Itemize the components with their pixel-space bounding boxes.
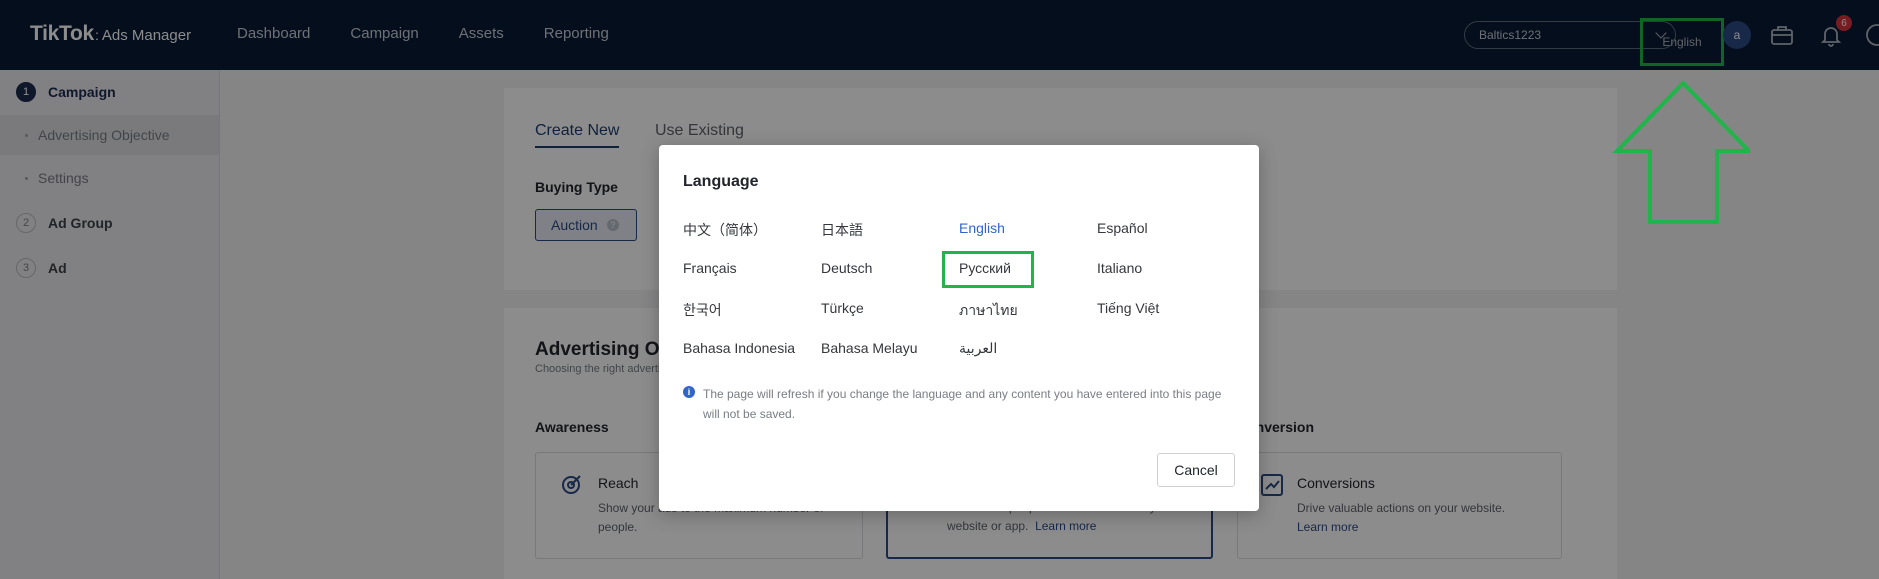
language-option-thai[interactable]: ภาษาไทย bbox=[959, 300, 1018, 322]
language-option-arabic[interactable]: العربية bbox=[959, 340, 997, 357]
dialog-title: Language bbox=[683, 173, 759, 190]
language-option-italian[interactable]: Italiano bbox=[1097, 260, 1142, 276]
language-option-malay[interactable]: Bahasa Melayu bbox=[821, 340, 918, 356]
language-option-spanish[interactable]: Español bbox=[1097, 220, 1148, 236]
warning-text: The page will refresh if you change the … bbox=[703, 387, 1222, 421]
language-dialog: Language 中文（简体） 日本語 English Español Fran… bbox=[659, 145, 1259, 511]
language-option-japanese[interactable]: 日本語 bbox=[821, 220, 863, 240]
language-option-vietnamese[interactable]: Tiếng Việt bbox=[1097, 300, 1159, 316]
cancel-button[interactable]: Cancel bbox=[1157, 453, 1235, 487]
annotation-highlight-box bbox=[942, 251, 1034, 288]
annotation-up-arrow-icon bbox=[1612, 80, 1750, 224]
language-option-french[interactable]: Français bbox=[683, 260, 737, 276]
language-option-english[interactable]: English bbox=[959, 220, 1005, 236]
language-option-chinese[interactable]: 中文（简体） bbox=[683, 220, 767, 240]
language-option-turkish[interactable]: Türkçe bbox=[821, 300, 864, 316]
language-option-indonesian[interactable]: Bahasa Indonesia bbox=[683, 340, 795, 356]
language-option-german[interactable]: Deutsch bbox=[821, 260, 872, 276]
info-icon: i bbox=[683, 386, 695, 398]
language-option-korean[interactable]: 한국어 bbox=[683, 300, 722, 320]
refresh-warning: i The page will refresh if you change th… bbox=[683, 384, 1223, 424]
